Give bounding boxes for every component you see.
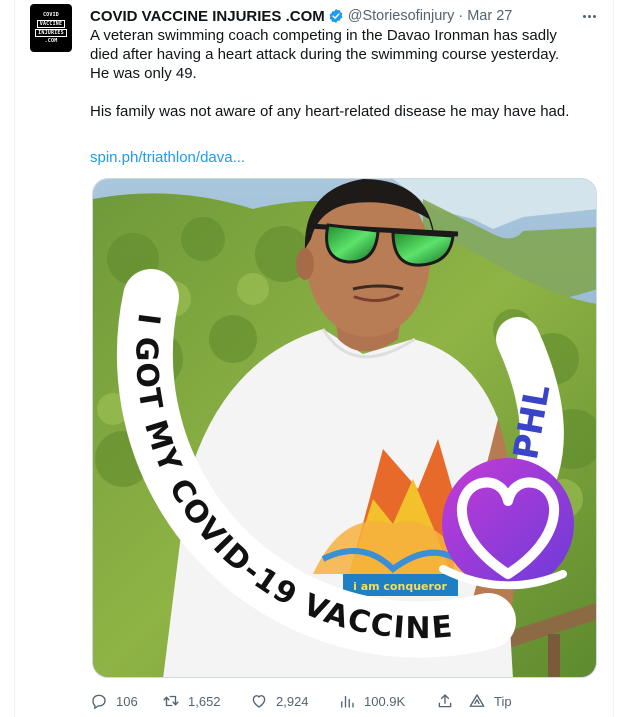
share-icon [438,694,452,708]
photo-illustration: i am conqueror I GOT MY COVID-19 VACCINE [93,179,596,677]
like-button[interactable]: 2,924 [250,690,309,712]
tip-button[interactable]: Tip [468,690,512,712]
timeline-border-left [14,0,15,717]
author-name[interactable]: COVID VACCINE INJURIES .COM [90,8,325,25]
tweet-actions: 106 1,652 2,924 100.9K Tip [90,690,590,712]
tweet-text-line: He was only 49. [90,65,197,82]
heart-badge-icon [439,458,574,590]
view-count: 100.9K [364,693,406,709]
more-options-icon[interactable] [578,6,600,26]
timeline-border-right [613,0,614,717]
retweet-button[interactable]: 1,652 [162,690,221,712]
like-count: 2,924 [276,693,309,709]
header-separator: · [458,8,464,24]
share-button[interactable] [436,690,454,712]
retweet-count: 1,652 [188,693,221,709]
heart-icon [252,695,266,708]
views-button[interactable]: 100.9K [338,690,405,712]
tweet-text: A veteran swimming coach competing in th… [90,26,595,121]
reply-icon [92,694,106,710]
avatar[interactable]: COVID VACCINE INJURIES .COM [30,4,72,52]
verified-badge-icon [329,9,343,23]
tweet-text-line: died after having a heart attack during … [90,46,560,63]
avatar-line-4: .COM [44,37,58,44]
tweet-date[interactable]: Mar 27 [467,8,512,24]
shirt-print-text: i am conqueror [353,580,447,593]
author-handle[interactable]: @Storiesofinjury [348,8,455,24]
avatar-line-3: INJURIES [35,28,67,37]
tip-icon [469,694,485,707]
tip-label: Tip [494,693,512,709]
reply-button[interactable]: 106 [90,690,138,712]
avatar-line-1: COVID [42,11,60,18]
article-link[interactable]: spin.ph/triathlon/dava... [90,149,245,166]
reply-count: 106 [116,693,138,709]
tweet-header: COVID VACCINE INJURIES .COM @Storiesofin… [90,6,512,26]
tweet-media-image[interactable]: i am conqueror I GOT MY COVID-19 VACCINE [92,178,597,678]
retweet-icon [163,695,179,707]
analytics-icon [341,695,354,708]
avatar-line-2: VACCINE [36,19,66,28]
tweet-text-line: A veteran swimming coach competing in th… [90,27,557,44]
tweet-text-line: His family was not aware of any heart-re… [90,103,570,120]
